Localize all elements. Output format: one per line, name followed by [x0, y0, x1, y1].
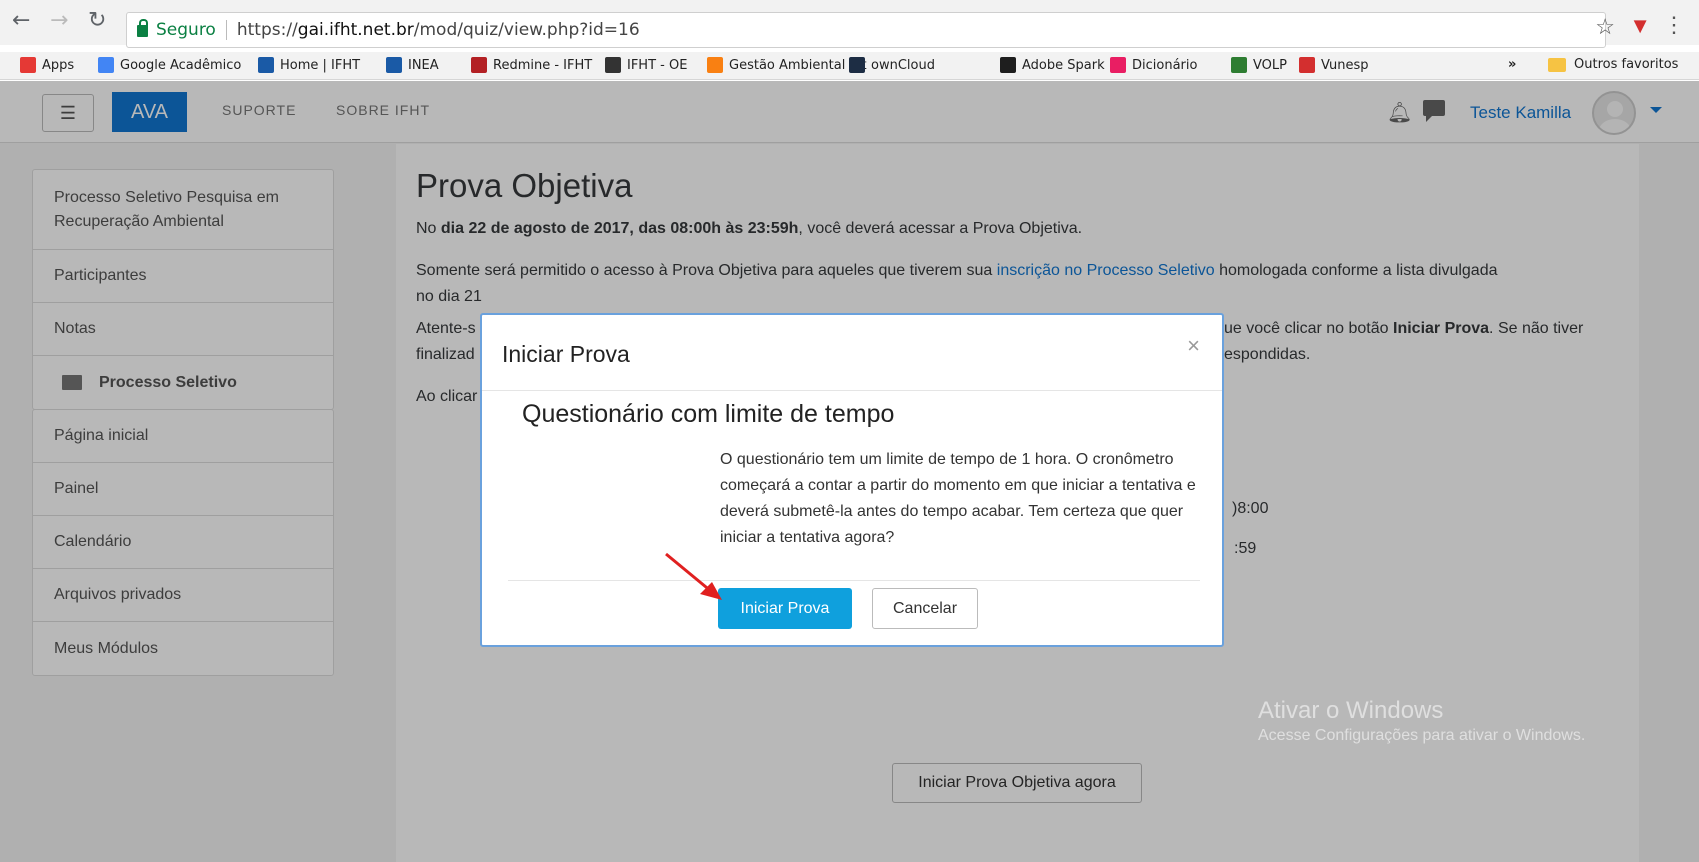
annotation-arrow-icon — [665, 552, 722, 600]
ifht-icon — [258, 57, 274, 73]
bookmark-item[interactable]: Dicionário — [1110, 57, 1197, 73]
dialog-subtitle: Questionário com limite de tempo — [522, 400, 895, 428]
secure-indicator[interactable]: Seguro https://gai.ifht.net.br/mod/quiz/… — [137, 19, 640, 40]
volp-icon — [1231, 57, 1247, 73]
owncloud-icon — [849, 57, 865, 73]
bookmark-item[interactable]: Redmine - IFHT — [471, 57, 592, 73]
folder-icon — [1548, 57, 1566, 72]
divider — [508, 580, 1200, 581]
bookmark-item[interactable]: Home | IFHT — [258, 57, 360, 73]
google-scholar-icon — [98, 57, 114, 73]
bookmark-item[interactable]: Gestão Ambiental Int — [707, 57, 867, 73]
bookmark-star-icon[interactable]: ☆ — [1595, 14, 1615, 40]
bookmark-item[interactable]: INEA — [386, 57, 439, 73]
url-text: https://gai.ifht.net.br/mod/quiz/view.ph… — [236, 20, 640, 40]
redmine-icon — [471, 57, 487, 73]
apps-grid-icon — [20, 57, 36, 73]
bookmarks-bar: Apps Google Acadêmico Home | IFHT INEA Redmi… — [0, 52, 1699, 80]
bookmarks-overflow-button[interactable]: » — [1508, 57, 1516, 72]
cancel-button[interactable]: Cancelar — [872, 588, 978, 629]
browser-toolbar: ← → ↻ Seguro https://gai.ifht.net.br/mod… — [0, 0, 1699, 48]
close-icon[interactable]: × — [1187, 333, 1200, 359]
bookmark-item[interactable]: VOLP — [1231, 57, 1287, 73]
dictionary-icon — [1110, 57, 1126, 73]
vunesp-icon — [1299, 57, 1315, 73]
forward-arrow-icon[interactable]: → — [50, 8, 68, 33]
ifht-icon — [386, 57, 402, 73]
dialog-message: O questionário tem um limite de tempo de… — [720, 451, 1196, 546]
bookmark-item[interactable]: Adobe Spark — [1000, 57, 1105, 73]
adobe-spark-icon — [1000, 57, 1016, 73]
address-bar[interactable]: Seguro https://gai.ifht.net.br/mod/quiz/… — [126, 12, 1606, 48]
divider — [225, 20, 227, 40]
bookmark-item[interactable]: IFHT - OE — [605, 57, 687, 73]
more-menu-icon[interactable]: ⋮ — [1663, 12, 1685, 38]
confirm-start-button[interactable]: Iniciar Prova — [718, 588, 852, 629]
bookmark-item[interactable]: Apps — [20, 57, 74, 73]
reload-icon[interactable]: ↻ — [88, 8, 106, 33]
windows-activation-watermark: Ativar o Windows Acesse Configurações pa… — [1258, 697, 1586, 744]
bookmark-item[interactable]: Google Acadêmico — [98, 57, 241, 73]
back-arrow-icon[interactable]: ← — [12, 8, 30, 33]
bookmark-item[interactable]: ownCloud — [849, 57, 935, 73]
other-bookmarks[interactable]: Outros favoritos — [1548, 57, 1678, 72]
dialog-title: Iniciar Prova — [502, 341, 630, 367]
lock-icon — [137, 19, 148, 37]
moodle-hat-icon — [707, 57, 723, 73]
ublock-shield-icon[interactable]: ▼ — [1629, 13, 1651, 39]
start-attempt-dialog: Iniciar Prova × Questionário com limite … — [480, 313, 1224, 647]
divider — [482, 390, 1222, 391]
secure-label: Seguro — [156, 20, 216, 40]
bookmark-item[interactable]: Vunesp — [1299, 57, 1369, 73]
moodle-icon — [605, 57, 621, 73]
